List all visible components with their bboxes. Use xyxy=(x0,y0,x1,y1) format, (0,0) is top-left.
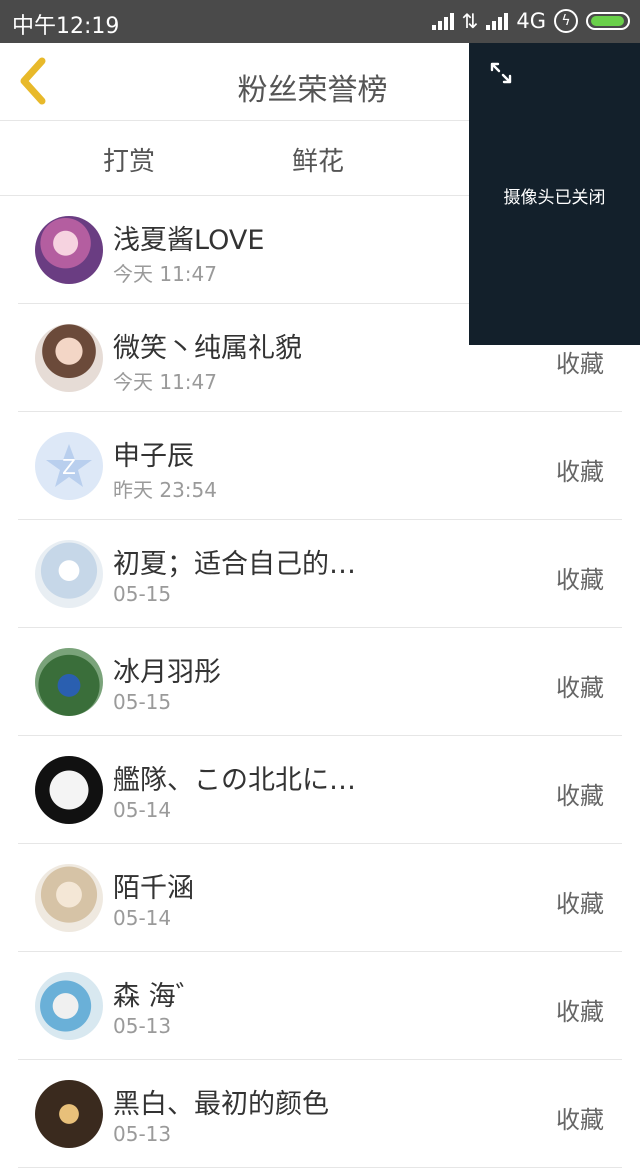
fan-name: 黑白、最初的颜色 xyxy=(113,1089,329,1120)
tab-flowers[interactable]: 鲜花 xyxy=(292,141,344,178)
list-item[interactable]: 森 海゛ 05-13 收藏 xyxy=(0,952,640,1060)
fan-name: 陌千涵 xyxy=(113,873,194,904)
favorite-button[interactable]: 收藏 xyxy=(556,452,604,487)
fan-time: 05-14 xyxy=(113,906,172,930)
battery-icon xyxy=(586,12,630,30)
status-bar: 中午12:19 ⇅ 4G ϟ xyxy=(0,0,640,43)
fan-name: 森 海゛ xyxy=(113,981,203,1012)
avatar xyxy=(35,540,103,608)
status-icons: ⇅ 4G ϟ xyxy=(431,7,630,35)
favorite-button[interactable]: 收藏 xyxy=(556,1100,604,1135)
network-type: 4G xyxy=(516,9,546,33)
svg-text:Z: Z xyxy=(62,455,76,479)
fan-time: 05-13 xyxy=(113,1014,172,1038)
signal-icon-2 xyxy=(486,12,509,30)
favorite-button[interactable]: 收藏 xyxy=(556,668,604,703)
favorite-button[interactable]: 收藏 xyxy=(556,992,604,1027)
data-transfer-icon: ⇅ xyxy=(461,9,479,33)
fan-name: 冰月羽彤 xyxy=(113,657,221,688)
list-item[interactable]: 冰月羽彤 05-15 收藏 xyxy=(0,628,640,736)
favorite-button[interactable]: 收藏 xyxy=(556,344,604,379)
avatar xyxy=(35,216,103,284)
status-time: 中午12:19 xyxy=(12,14,120,39)
avatar xyxy=(35,972,103,1040)
fan-time: 今天 11:47 xyxy=(113,262,217,286)
list-item[interactable]: 初夏；适合自己的… 05-15 收藏 xyxy=(0,520,640,628)
avatar xyxy=(35,756,103,824)
list-item[interactable]: 陌千涵 05-14 收藏 xyxy=(0,844,640,952)
favorite-button[interactable]: 收藏 xyxy=(556,884,604,919)
favorite-button[interactable]: 收藏 xyxy=(556,560,604,595)
fan-time: 05-14 xyxy=(113,798,172,822)
fan-name: 申子辰 xyxy=(113,441,194,472)
avatar xyxy=(35,648,103,716)
tab-reward[interactable]: 打赏 xyxy=(103,141,155,178)
fan-time: 05-15 xyxy=(113,582,172,606)
fan-name: 微笑丶纯属礼貌 xyxy=(113,333,302,364)
fan-name: 浅夏酱LOVE xyxy=(113,225,265,256)
list-item[interactable]: 艦隊、この北北に… 05-14 收藏 xyxy=(0,736,640,844)
camera-overlay[interactable]: 摄像头已关闭 xyxy=(469,43,640,345)
signal-icon xyxy=(431,12,454,30)
fan-time: 05-13 xyxy=(113,1122,172,1146)
fan-name: 初夏；适合自己的… xyxy=(113,549,356,580)
list-item[interactable]: 黑白、最初的颜色 05-13 收藏 xyxy=(0,1060,640,1168)
fan-time: 昨天 23:54 xyxy=(113,478,217,502)
favorite-button[interactable]: 收藏 xyxy=(556,776,604,811)
fan-time: 今天 11:47 xyxy=(113,370,217,394)
fan-time: 05-15 xyxy=(113,690,172,714)
charging-icon: ϟ xyxy=(554,9,578,33)
fan-name: 艦隊、この北北に… xyxy=(113,765,356,796)
default-avatar-icon: Z xyxy=(46,444,92,487)
avatar xyxy=(35,324,103,392)
avatar xyxy=(35,864,103,932)
list-item[interactable]: Z 申子辰 昨天 23:54 收藏 xyxy=(0,412,640,520)
camera-status-text: 摄像头已关闭 xyxy=(503,188,606,208)
expand-icon[interactable] xyxy=(489,61,513,85)
avatar: Z xyxy=(35,432,103,500)
